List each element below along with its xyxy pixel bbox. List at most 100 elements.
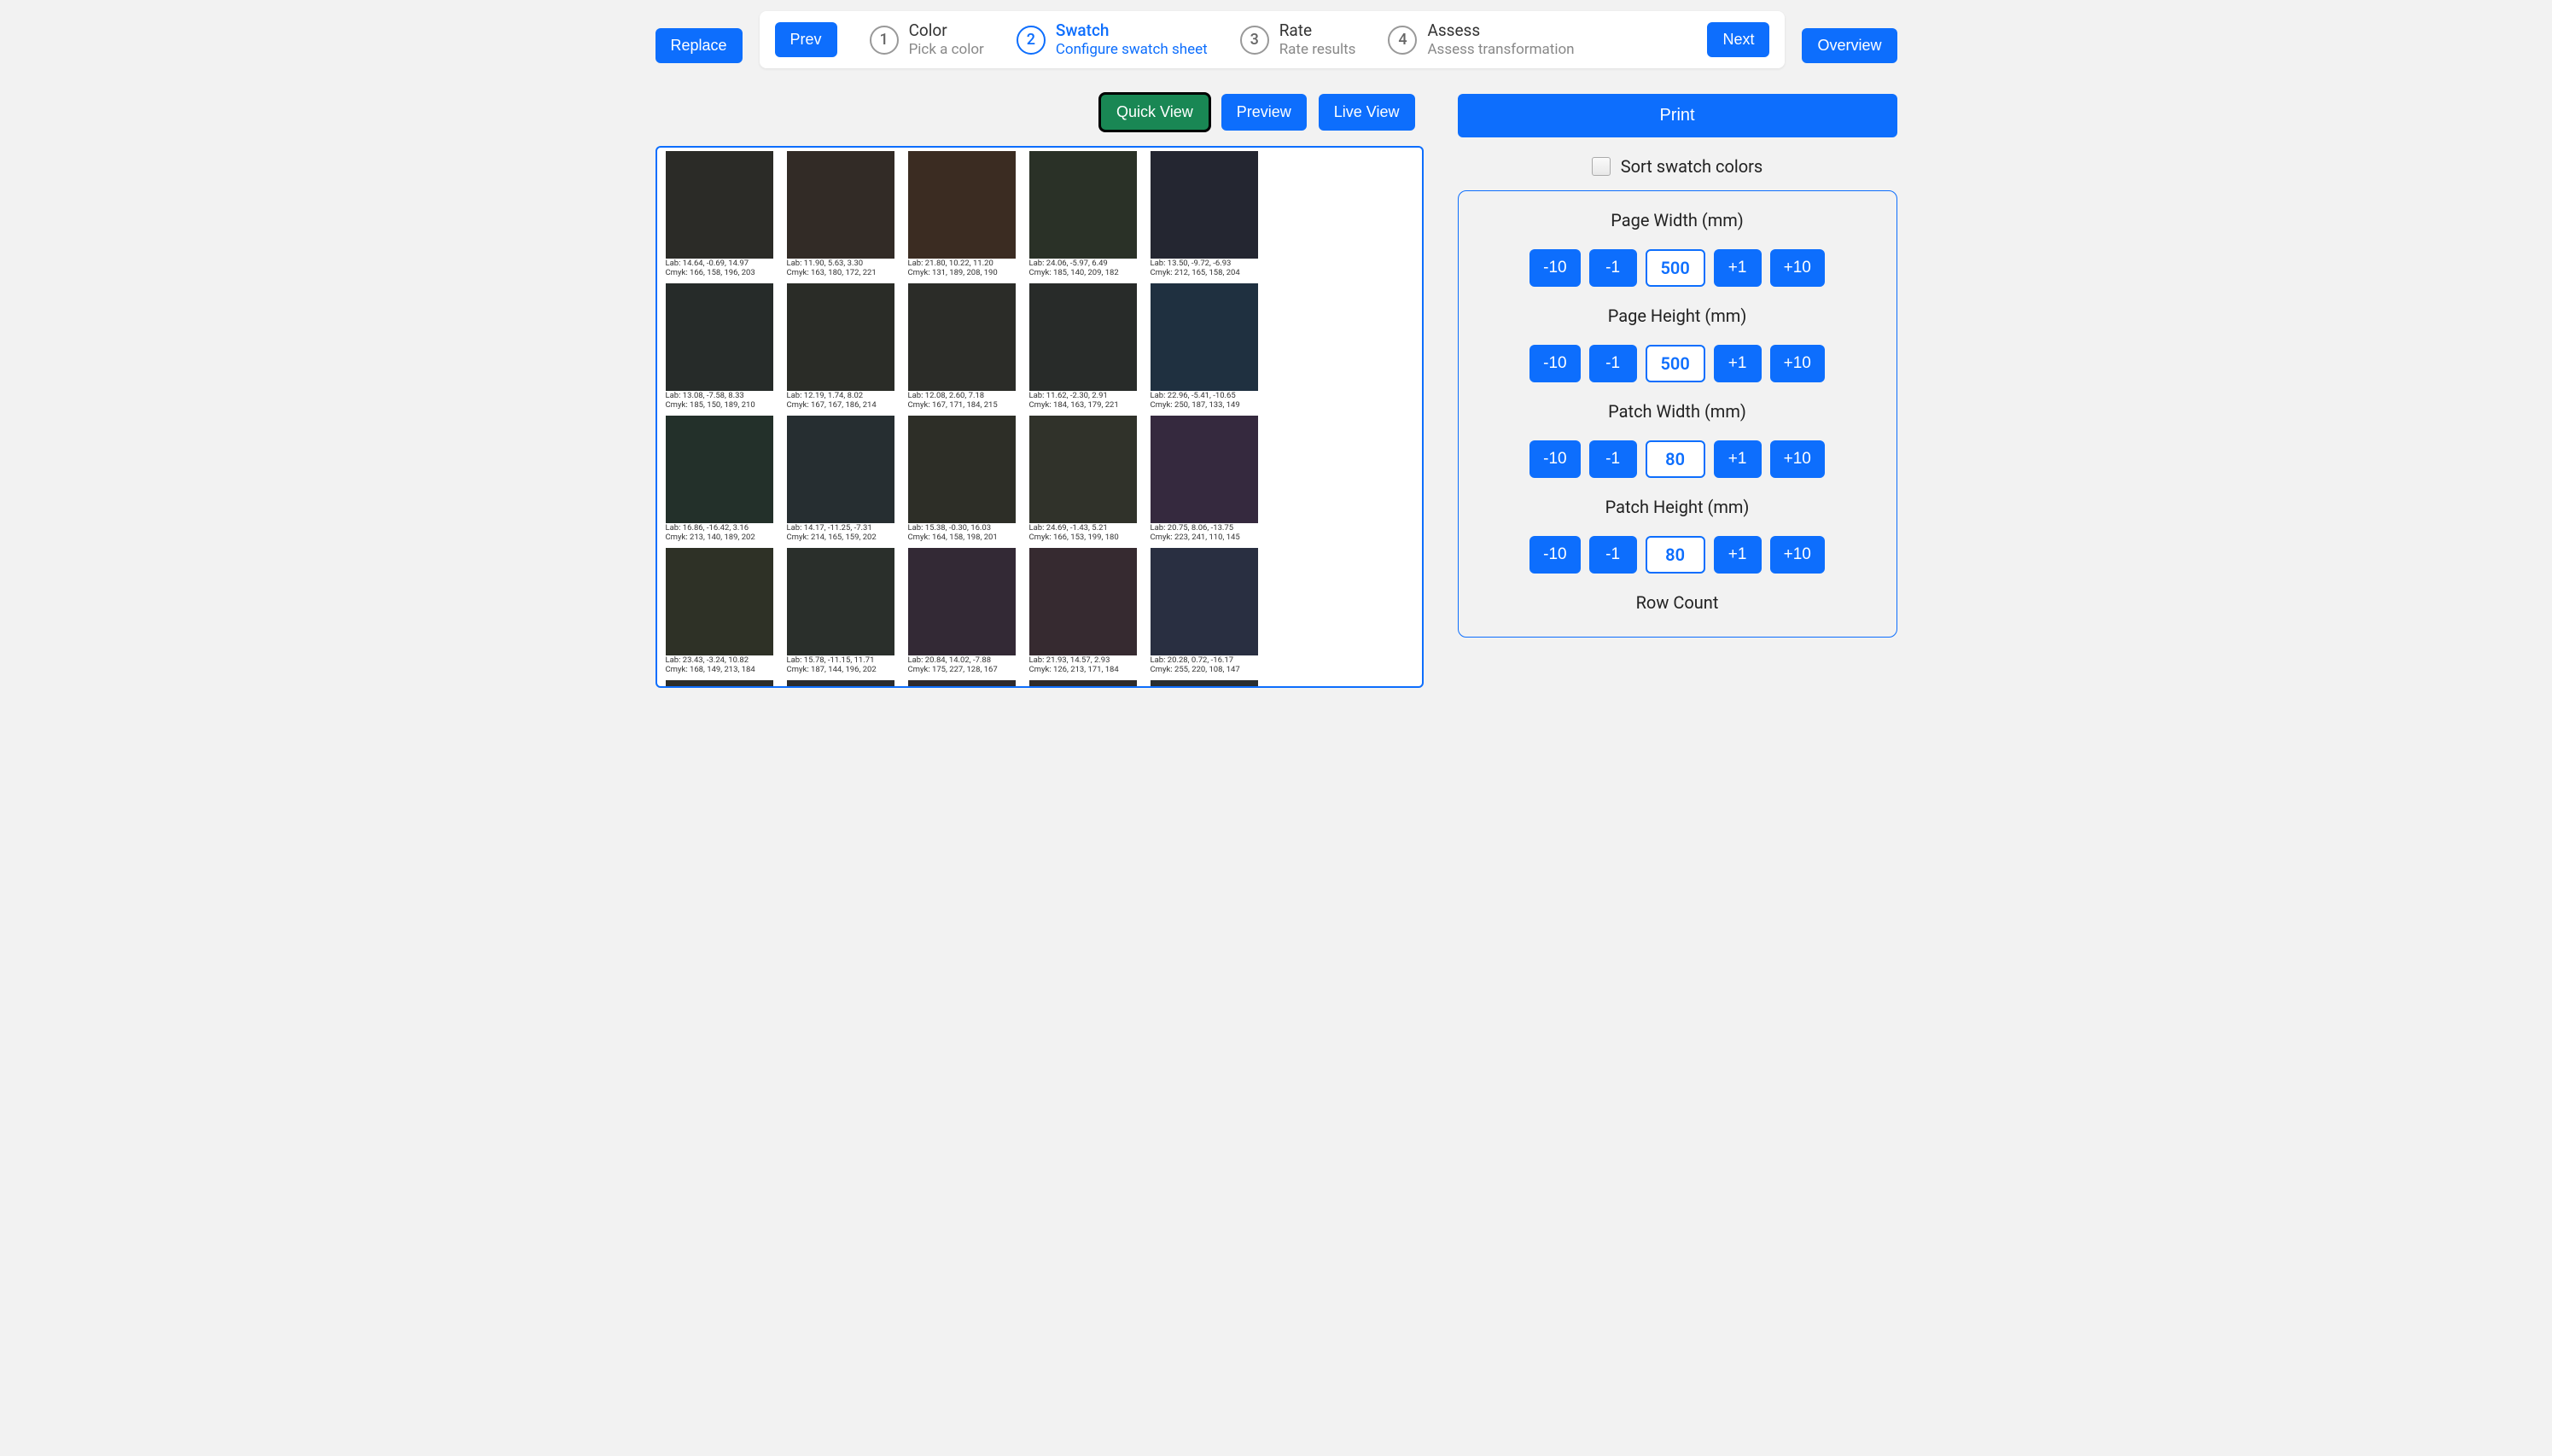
swatch-cell[interactable]: Lab: 14.17, -11.25, -7.31Cmyk: 214, 165,… — [787, 416, 894, 545]
step-subtitle: Pick a color — [909, 41, 984, 58]
swatch-color — [1151, 680, 1258, 689]
swatch-cell[interactable]: Lab: 15.78, -11.15, 11.71Cmyk: 187, 144,… — [787, 548, 894, 677]
step-assess[interactable]: 4AssessAssess transformation — [1388, 21, 1574, 58]
next-button[interactable]: Next — [1707, 22, 1769, 57]
swatch-color — [787, 548, 894, 655]
swatch-color — [666, 151, 773, 259]
step-title: Swatch — [1056, 21, 1208, 41]
swatch-label: Lab: 15.78, -11.15, 11.71Cmyk: 187, 144,… — [787, 655, 894, 677]
sort-swatch-checkbox[interactable] — [1592, 157, 1611, 176]
swatch-cell[interactable]: Lab: 21.93, 14.57, 2.93Cmyk: 126, 213, 1… — [1029, 548, 1137, 677]
step-number: 2 — [1017, 26, 1046, 55]
incr-1-button[interactable]: +1 — [1714, 440, 1762, 478]
swatch-cell[interactable] — [787, 680, 894, 689]
swatch-cell[interactable]: Lab: 12.19, 1.74, 8.02Cmyk: 167, 167, 18… — [787, 283, 894, 412]
swatch-area[interactable]: Lab: 14.64, -0.69, 14.97Cmyk: 166, 158, … — [655, 146, 1424, 688]
param-value[interactable]: 500 — [1646, 249, 1705, 287]
step-subtitle: Rate results — [1279, 41, 1356, 58]
swatch-color — [1029, 416, 1137, 523]
swatch-color — [908, 680, 1016, 689]
swatch-cell[interactable]: Lab: 21.80, 10.22, 11.20Cmyk: 131, 189, … — [908, 151, 1016, 280]
swatch-cell[interactable]: Lab: 12.08, 2.60, 7.18Cmyk: 167, 171, 18… — [908, 283, 1016, 412]
param-value[interactable]: 80 — [1646, 440, 1705, 478]
swatch-color — [908, 283, 1016, 391]
param-value[interactable]: 80 — [1646, 536, 1705, 574]
swatch-cell[interactable]: Lab: 22.96, -5.41, -10.65Cmyk: 250, 187,… — [1151, 283, 1258, 412]
swatch-cell[interactable]: Lab: 14.64, -0.69, 14.97Cmyk: 166, 158, … — [666, 151, 773, 280]
preview-button[interactable]: Preview — [1221, 94, 1307, 131]
swatch-cell[interactable]: Lab: 16.86, -16.42, 3.16Cmyk: 213, 140, … — [666, 416, 773, 545]
swatch-color — [1029, 283, 1137, 391]
swatch-label: Lab: 22.96, -5.41, -10.65Cmyk: 250, 187,… — [1151, 391, 1258, 412]
swatch-cell[interactable]: Lab: 11.62, -2.30, 2.91Cmyk: 184, 163, 1… — [1029, 283, 1137, 412]
print-button[interactable]: Print — [1458, 94, 1897, 137]
decr-10-button[interactable]: -10 — [1529, 440, 1580, 478]
quick-view-button[interactable]: Quick View — [1100, 94, 1209, 131]
incr-10-button[interactable]: +10 — [1770, 345, 1825, 382]
swatch-label: Lab: 20.84, 14.02, -7.88Cmyk: 175, 227, … — [908, 655, 1016, 677]
param-title: Patch Height (mm) — [1474, 497, 1881, 517]
swatch-cell[interactable] — [1029, 680, 1137, 689]
swatch-label: Lab: 24.69, -1.43, 5.21Cmyk: 166, 153, 1… — [1029, 523, 1137, 545]
param-title: Patch Width (mm) — [1474, 401, 1881, 422]
swatch-cell[interactable]: Lab: 15.38, -0.30, 16.03Cmyk: 164, 158, … — [908, 416, 1016, 545]
incr-1-button[interactable]: +1 — [1714, 249, 1762, 287]
incr-1-button[interactable]: +1 — [1714, 536, 1762, 574]
incr-10-button[interactable]: +10 — [1770, 536, 1825, 574]
swatch-label: Lab: 11.62, -2.30, 2.91Cmyk: 184, 163, 1… — [1029, 391, 1137, 412]
swatch-cell[interactable]: Lab: 24.69, -1.43, 5.21Cmyk: 166, 153, 1… — [1029, 416, 1137, 545]
overview-button[interactable]: Overview — [1802, 28, 1897, 63]
swatch-cell[interactable] — [1151, 680, 1258, 689]
swatch-color — [1151, 283, 1258, 391]
incr-10-button[interactable]: +10 — [1770, 249, 1825, 287]
decr-1-button[interactable]: -1 — [1589, 536, 1637, 574]
swatch-label: Lab: 23.43, -3.24, 10.82Cmyk: 168, 149, … — [666, 655, 773, 677]
swatch-label: Lab: 21.93, 14.57, 2.93Cmyk: 126, 213, 1… — [1029, 655, 1137, 677]
swatch-color — [666, 548, 773, 655]
decr-10-button[interactable]: -10 — [1529, 536, 1580, 574]
step-color[interactable]: 1ColorPick a color — [870, 21, 984, 58]
swatch-label: Lab: 14.17, -11.25, -7.31Cmyk: 214, 165,… — [787, 523, 894, 545]
incr-1-button[interactable]: +1 — [1714, 345, 1762, 382]
swatch-cell[interactable]: Lab: 20.28, 0.72, -16.17Cmyk: 255, 220, … — [1151, 548, 1258, 677]
prev-button[interactable]: Prev — [775, 22, 837, 57]
step-swatch[interactable]: 2 SwatchConfigure swatch sheet — [1017, 21, 1208, 58]
decr-1-button[interactable]: -1 — [1589, 440, 1637, 478]
param-value[interactable]: 500 — [1646, 345, 1705, 382]
decr-1-button[interactable]: -1 — [1589, 345, 1637, 382]
param-group: Patch Height (mm) -10-180+1+10 — [1474, 497, 1881, 574]
decr-10-button[interactable]: -10 — [1529, 345, 1580, 382]
swatch-cell[interactable]: Lab: 13.08, -7.58, 8.33Cmyk: 185, 150, 1… — [666, 283, 773, 412]
swatch-color — [1029, 548, 1137, 655]
swatch-color — [666, 283, 773, 391]
step-subtitle: Assess transformation — [1427, 41, 1574, 58]
swatch-cell[interactable]: Lab: 23.43, -3.24, 10.82Cmyk: 168, 149, … — [666, 548, 773, 677]
swatch-color — [787, 416, 894, 523]
swatch-color — [908, 151, 1016, 259]
swatch-color — [1151, 416, 1258, 523]
decr-10-button[interactable]: -10 — [1529, 249, 1580, 287]
incr-10-button[interactable]: +10 — [1770, 440, 1825, 478]
swatch-cell[interactable] — [908, 680, 1016, 689]
replace-button[interactable]: Replace — [655, 28, 743, 63]
step-title: Color — [909, 21, 984, 41]
swatch-cell[interactable]: Lab: 24.06, -5.97, 6.49Cmyk: 185, 140, 2… — [1029, 151, 1137, 280]
decr-1-button[interactable]: -1 — [1589, 249, 1637, 287]
param-title: Row Count — [1474, 592, 1881, 613]
step-subtitle: Configure swatch sheet — [1056, 41, 1208, 58]
param-group: Page Width (mm) -10-1500+1+10 — [1474, 210, 1881, 287]
swatch-cell[interactable]: Lab: 20.84, 14.02, -7.88Cmyk: 175, 227, … — [908, 548, 1016, 677]
swatch-cell[interactable]: Lab: 11.90, 5.63, 3.30Cmyk: 163, 180, 17… — [787, 151, 894, 280]
swatch-cell[interactable]: Lab: 13.50, -9.72, -6.93Cmyk: 212, 165, … — [1151, 151, 1258, 280]
swatch-cell[interactable] — [666, 680, 773, 689]
swatch-color — [1029, 680, 1137, 689]
swatch-color — [787, 680, 894, 689]
swatch-cell[interactable]: Lab: 20.75, 8.06, -13.75Cmyk: 223, 241, … — [1151, 416, 1258, 545]
live-view-button[interactable]: Live View — [1319, 94, 1415, 131]
swatch-color — [1151, 548, 1258, 655]
swatch-label: Lab: 12.19, 1.74, 8.02Cmyk: 167, 167, 18… — [787, 391, 894, 412]
swatch-color — [787, 151, 894, 259]
param-title: Page Width (mm) — [1474, 210, 1881, 230]
step-rate[interactable]: 3RateRate results — [1240, 21, 1356, 58]
step-number: 4 — [1388, 26, 1417, 55]
